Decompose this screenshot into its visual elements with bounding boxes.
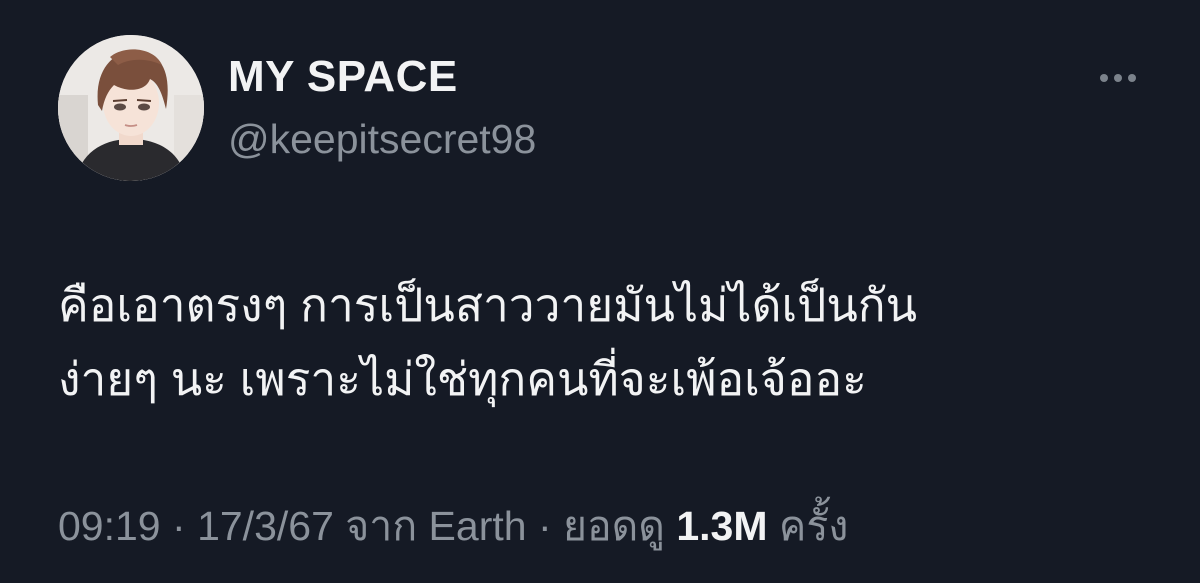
tweet-card: MY SPACE @keepitsecret98 คือเอาตรงๆ การเ… (0, 0, 1200, 583)
anime-man-avatar-icon (58, 35, 204, 181)
tweet-time[interactable]: 09:19 (58, 503, 161, 549)
tweet-date[interactable]: 17/3/67 (197, 503, 334, 549)
tweet-meta: 09:19 · 17/3/67 จาก Earth · ยอดดู 1.3M ค… (58, 494, 848, 559)
meta-separator: · (172, 503, 186, 549)
views-count[interactable]: 1.3M (676, 503, 767, 549)
tweet-text: คือเอาตรงๆ การเป็นสาววายมันไม่ได้เป็นกัน… (58, 268, 1158, 416)
more-horizontal-icon (1100, 74, 1108, 82)
tweet-text-line-2: ง่ายๆ นะ เพราะไม่ใช่ทุกคนที่จะเพ้อเจ้ออะ (58, 353, 867, 405)
more-horizontal-icon-dot-3 (1128, 74, 1136, 82)
more-horizontal-icon-dot-2 (1114, 74, 1122, 82)
user-avatar[interactable] (58, 35, 204, 181)
views-label: ยอดดู (563, 503, 665, 549)
more-options-button[interactable] (1088, 60, 1148, 96)
display-name[interactable]: MY SPACE (228, 52, 458, 102)
user-handle[interactable]: @keepitsecret98 (228, 116, 536, 163)
views-unit: ครั้ง (778, 503, 849, 549)
meta-separator-2: · (537, 503, 552, 549)
tweet-text-line-1: คือเอาตรงๆ การเป็นสาววายมันไม่ได้เป็นกัน (58, 279, 918, 331)
tweet-source: จาก Earth (345, 503, 527, 549)
